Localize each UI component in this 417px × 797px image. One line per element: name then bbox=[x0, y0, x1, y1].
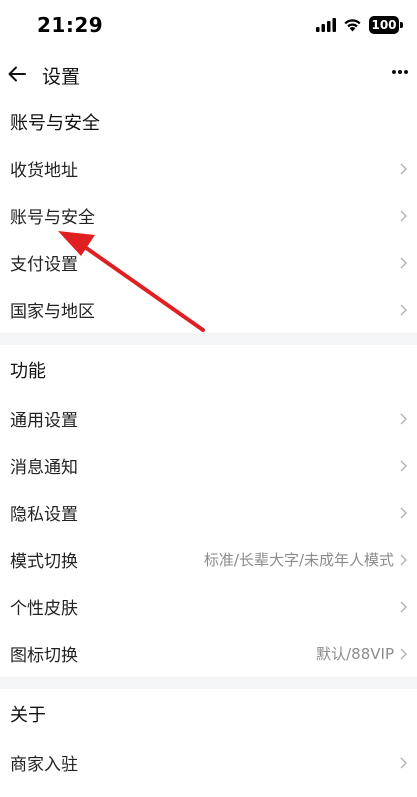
page-title: 设置 bbox=[42, 66, 81, 88]
settings-item-country-region[interactable]: 国家与地区 bbox=[0, 286, 417, 333]
battery-icon: 100 bbox=[369, 16, 403, 34]
more-icon[interactable] bbox=[391, 69, 409, 75]
section-divider bbox=[0, 333, 417, 345]
settings-item-label: 支付设置 bbox=[10, 255, 78, 275]
section-title-features: 功能 bbox=[10, 361, 46, 382]
settings-item-notifications[interactable]: 消息通知 bbox=[0, 442, 417, 489]
section-title-about: 关于 bbox=[10, 705, 46, 726]
settings-item-app-icon[interactable]: 图标切换 默认/88VIP bbox=[0, 630, 417, 677]
settings-item-label: 账号与安全 bbox=[10, 208, 95, 228]
chevron-right-icon bbox=[400, 257, 407, 268]
status-icons: 100 bbox=[316, 14, 403, 36]
wifi-icon bbox=[344, 19, 361, 32]
settings-item-value: 标准/长辈大字/未成年人模式 bbox=[203, 551, 394, 569]
status-bar: 21:29 100 bbox=[0, 0, 417, 52]
settings-item-label: 消息通知 bbox=[10, 458, 78, 478]
chevron-right-icon bbox=[400, 163, 407, 174]
settings-list: 账号与安全 收货地址 账号与安全 支付设置 国家与地区 功能 通用设置 消息通知… bbox=[0, 98, 417, 786]
settings-item-label: 商家入驻 bbox=[10, 755, 78, 775]
settings-item-label: 隐私设置 bbox=[10, 505, 78, 525]
settings-item-label: 个性皮肤 bbox=[10, 599, 78, 619]
chevron-right-icon bbox=[400, 304, 407, 315]
section-divider bbox=[0, 677, 417, 689]
section-title-account: 账号与安全 bbox=[10, 112, 100, 134]
nav-bar: 设置 bbox=[0, 52, 417, 98]
settings-item-privacy[interactable]: 隐私设置 bbox=[0, 489, 417, 536]
battery-level: 100 bbox=[371, 18, 397, 32]
cellular-signal-icon bbox=[316, 18, 336, 32]
chevron-right-icon bbox=[400, 460, 407, 471]
settings-item-label: 国家与地区 bbox=[10, 302, 95, 322]
settings-item-label: 收货地址 bbox=[10, 161, 78, 181]
settings-item-merchant[interactable]: 商家入驻 bbox=[0, 739, 417, 786]
chevron-right-icon bbox=[400, 554, 407, 565]
back-arrow-icon[interactable] bbox=[6, 63, 28, 85]
chevron-right-icon bbox=[400, 757, 407, 768]
settings-item-shipping-address[interactable]: 收货地址 bbox=[0, 145, 417, 192]
chevron-right-icon bbox=[400, 413, 407, 424]
settings-item-label: 模式切换 bbox=[10, 552, 78, 572]
settings-item-skin[interactable]: 个性皮肤 bbox=[0, 583, 417, 630]
status-time: 21:29 bbox=[37, 13, 104, 37]
settings-item-general[interactable]: 通用设置 bbox=[0, 395, 417, 442]
chevron-right-icon bbox=[400, 507, 407, 518]
settings-item-account-security[interactable]: 账号与安全 bbox=[0, 192, 417, 239]
chevron-right-icon bbox=[400, 210, 407, 221]
settings-item-label: 图标切换 bbox=[10, 646, 78, 666]
chevron-right-icon bbox=[400, 648, 407, 659]
chevron-right-icon bbox=[400, 601, 407, 612]
settings-item-payment[interactable]: 支付设置 bbox=[0, 239, 417, 286]
settings-item-mode-switch[interactable]: 模式切换 标准/长辈大字/未成年人模式 bbox=[0, 536, 417, 583]
settings-item-label: 通用设置 bbox=[10, 411, 78, 431]
settings-item-value: 默认/88VIP bbox=[316, 645, 394, 663]
